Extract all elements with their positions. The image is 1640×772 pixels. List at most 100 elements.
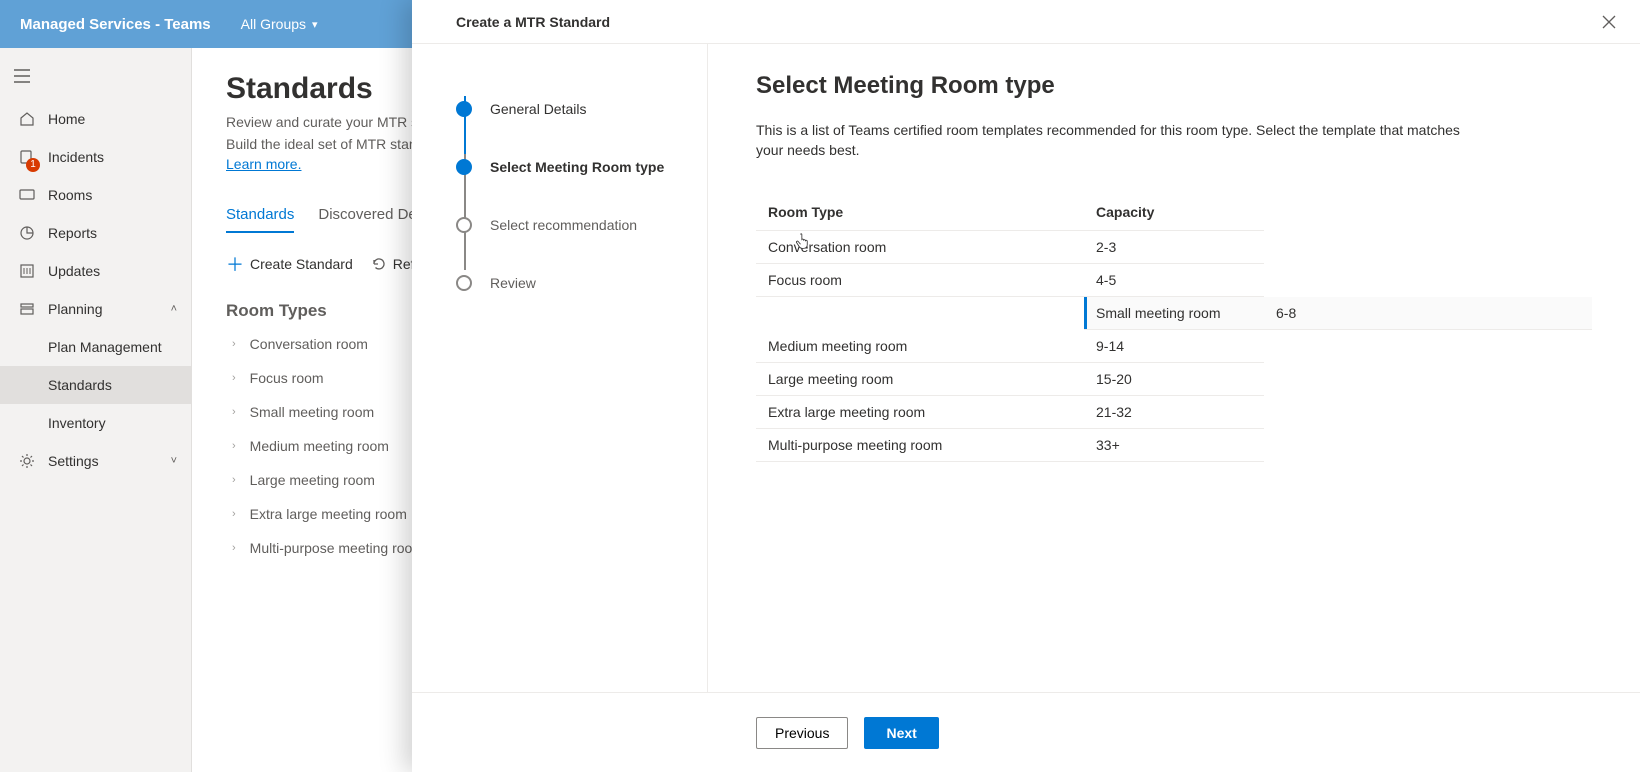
room-type-label: Multi-purpose meeting room [250,540,424,556]
sidebar-item-label: Reports [48,225,97,241]
step-label: General Details [490,101,587,117]
cell-capacity: 21-32 [1084,396,1264,429]
sidebar-item-reports[interactable]: Reports [0,214,191,252]
table-row[interactable]: Conversation room 2-3 [756,231,1592,264]
step-label: Select recommendation [490,217,637,233]
previous-button[interactable]: Previous [756,717,848,749]
chevron-right-icon: › [232,338,236,350]
sidebar-item-standards[interactable]: Standards [0,366,191,404]
chevron-right-icon: › [232,508,236,520]
sidebar-item-settings[interactable]: Settings ˅ [0,442,191,480]
cell-type: Medium meeting room [756,330,1084,363]
hamburger-button[interactable] [6,60,38,92]
room-type-label: Small meeting room [250,404,375,420]
sidebar-item-rooms[interactable]: Rooms [0,176,191,214]
step-dot-icon [456,159,472,175]
cell-type: Multi-purpose meeting room [756,429,1084,462]
incidents-badge: 1 [26,158,40,172]
cell-capacity: 9-14 [1084,330,1264,363]
close-button[interactable] [1596,9,1622,35]
sidebar-item-label: Standards [48,377,112,393]
groups-dropdown[interactable]: All Groups ▾ [241,16,318,32]
step-dot-icon [456,101,472,117]
table-row[interactable]: Focus room 4-5 [756,264,1592,297]
room-type-label: Large meeting room [250,472,375,488]
col-capacity: Capacity [1084,194,1264,231]
dialog-header: Create a MTR Standard [412,0,1640,44]
sidebar-item-label: Rooms [48,187,92,203]
wizard-stepper: General Details Select Meeting Room type… [412,44,708,692]
step-label: Select Meeting Room type [490,159,664,175]
dialog-footer: Previous Next [412,692,1640,772]
cell-capacity: 4-5 [1084,264,1264,297]
chevron-down-icon: ˅ [171,455,177,467]
sidebar-item-home[interactable]: Home [0,100,191,138]
content-heading: Select Meeting Room type [756,72,1592,100]
sidebar-item-label: Incidents [48,149,104,165]
step-dot-icon [456,217,472,233]
sidebar-item-plan-management[interactable]: Plan Management [0,328,191,366]
reports-icon [18,224,36,242]
plus-icon: ＋ [226,251,244,277]
step-general-details[interactable]: General Details [456,80,707,138]
learn-more-link[interactable]: Learn more. [226,156,301,172]
cell-type: Small meeting room [1084,297,1264,330]
groups-label: All Groups [241,16,306,32]
sidebar-item-incidents[interactable]: 1 Incidents [0,138,191,176]
cell-type: Focus room [756,264,1084,297]
cell-capacity: 2-3 [1084,231,1264,264]
sidebar-item-label: Planning [48,301,103,317]
room-type-label: Medium meeting room [250,438,389,454]
create-standard-label: Create Standard [250,256,353,272]
cell-type: Conversation room [756,231,1084,264]
step-select-recommendation[interactable]: Select recommendation [456,196,707,254]
dialog-content: Select Meeting Room type This is a list … [708,44,1640,692]
updates-icon [18,262,36,280]
table-row[interactable]: Medium meeting room 9-14 [756,330,1592,363]
home-icon [18,110,36,128]
create-standard-button[interactable]: ＋ Create Standard [226,251,353,277]
refresh-icon [371,256,387,272]
room-type-label: Focus room [250,370,324,386]
gear-icon [18,452,36,470]
cell-type: Large meeting room [756,363,1084,396]
cell-capacity: 6-8 [1264,297,1592,330]
cell-capacity: 15-20 [1084,363,1264,396]
chevron-down-icon: ▾ [312,18,318,31]
sidebar-item-label: Updates [48,263,100,279]
step-review[interactable]: Review [456,254,707,312]
close-icon [1602,15,1616,29]
planning-icon [18,300,36,318]
next-button[interactable]: Next [864,717,938,749]
sidebar: Home 1 Incidents Rooms Reports Upd [0,48,192,772]
chevron-right-icon: › [232,372,236,384]
table-row[interactable]: Multi-purpose meeting room 33+ [756,429,1592,462]
sidebar-item-updates[interactable]: Updates [0,252,191,290]
chevron-right-icon: › [232,474,236,486]
room-type-label: Extra large meeting room [250,506,407,522]
col-room-type: Room Type [756,194,1084,231]
sidebar-item-label: Home [48,111,85,127]
app-title: Managed Services - Teams [20,16,211,33]
step-label: Review [490,275,536,291]
sidebar-item-planning[interactable]: Planning ˄ [0,290,191,328]
chevron-right-icon: › [232,440,236,452]
chevron-up-icon: ˄ [171,303,177,315]
table-row-selected[interactable]: Small meeting room 6-8 [756,297,1592,330]
content-description: This is a list of Teams certified room t… [756,120,1476,160]
room-type-table: Room Type Capacity Conversation room 2-3… [756,194,1592,462]
cell-capacity: 33+ [1084,429,1264,462]
chevron-right-icon: › [232,406,236,418]
create-standard-dialog: Create a MTR Standard General Details Se… [412,0,1640,772]
sidebar-item-label: Plan Management [48,339,162,355]
step-select-room-type[interactable]: Select Meeting Room type [456,138,707,196]
table-row[interactable]: Extra large meeting room 21-32 [756,396,1592,429]
cell-type: Extra large meeting room [756,396,1084,429]
sidebar-item-inventory[interactable]: Inventory [0,404,191,442]
step-dot-icon [456,275,472,291]
tab-standards[interactable]: Standards [226,206,294,233]
sidebar-item-label: Inventory [48,415,106,431]
dialog-title: Create a MTR Standard [456,14,610,30]
rooms-icon [18,186,36,204]
table-row[interactable]: Large meeting room 15-20 [756,363,1592,396]
